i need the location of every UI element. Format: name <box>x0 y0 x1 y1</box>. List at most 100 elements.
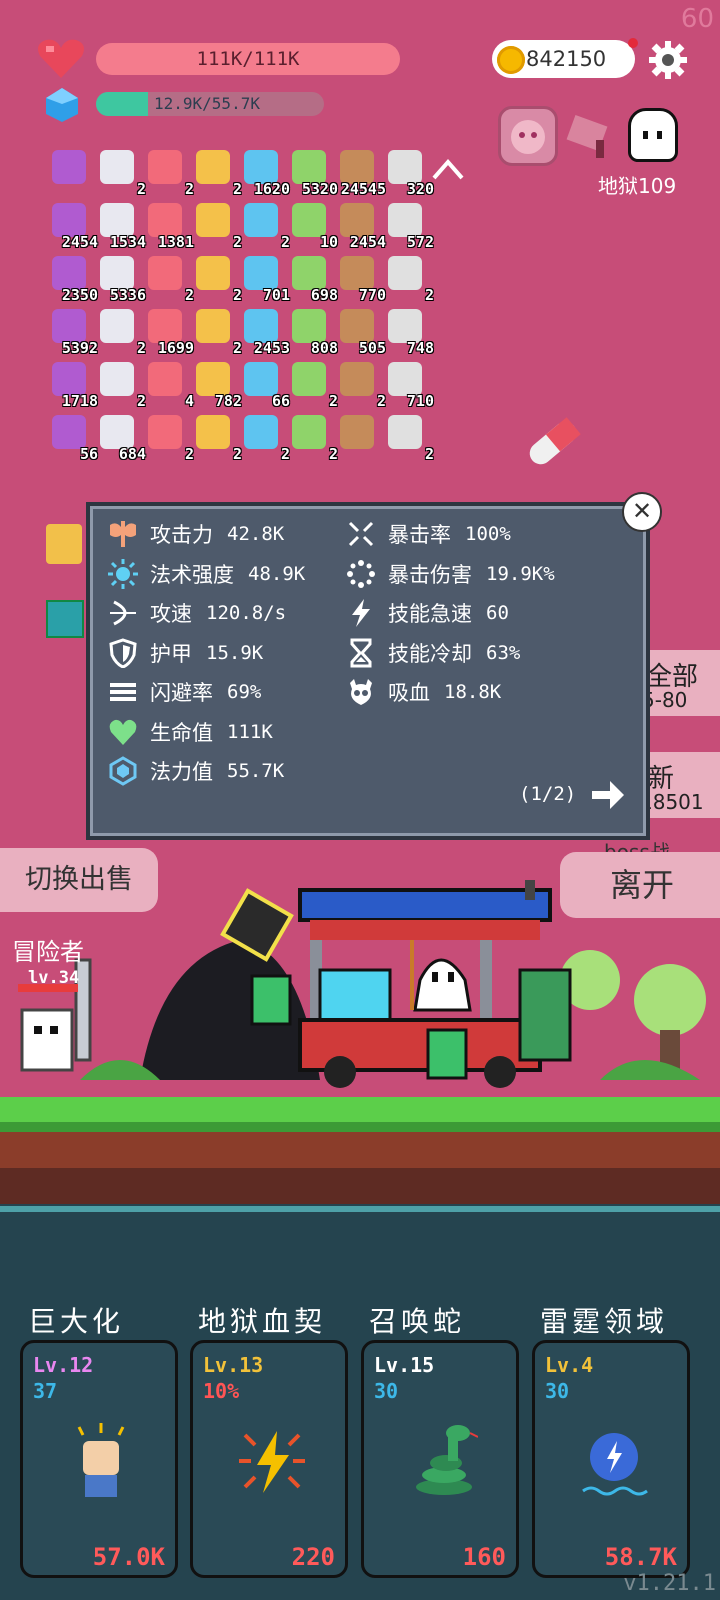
inventory-item[interactable]: 1534 <box>92 199 146 251</box>
inventory-item[interactable]: 24545 <box>332 146 386 198</box>
capsule-pickup-icon[interactable] <box>520 410 586 476</box>
inventory-item[interactable]: 2 <box>92 146 146 198</box>
capsule-icon <box>100 203 134 237</box>
close-icon[interactable]: ✕ <box>622 492 662 532</box>
boss-portrait-1[interactable] <box>498 106 558 166</box>
inventory-item[interactable]: 701 <box>236 252 290 304</box>
inventory-item[interactable]: 2 <box>284 411 338 463</box>
inventory-item[interactable]: 770 <box>332 252 386 304</box>
snake-icon <box>408 1421 479 1503</box>
skill-stat: 37 <box>33 1379 58 1403</box>
skill-card[interactable]: Lv.15 30 160 <box>361 1340 519 1578</box>
strawberry-icon <box>244 256 278 290</box>
map-item-icon[interactable] <box>46 524 82 564</box>
hourglass-icon <box>346 638 376 668</box>
briefcase-icon <box>244 203 278 237</box>
stat-value: 48.9K <box>248 562 306 585</box>
inventory-item[interactable]: 320 <box>380 146 434 198</box>
inventory-item[interactable]: 2350 <box>44 252 98 304</box>
stat-row: 生命值 111K <box>108 714 273 750</box>
inventory-item[interactable]: 2 <box>92 358 146 410</box>
item-count: 710 <box>406 392 434 410</box>
inventory-item[interactable]: 5336 <box>92 252 146 304</box>
inventory-item[interactable]: 1381 <box>140 199 194 251</box>
inventory-item[interactable]: 2 <box>140 146 194 198</box>
inventory-item[interactable]: 572 <box>380 199 434 251</box>
inventory-item[interactable]: 2 <box>188 146 242 198</box>
inventory-item[interactable]: 2 <box>236 411 290 463</box>
fist-icon <box>67 1421 137 1503</box>
shield-icon <box>292 362 326 396</box>
thunder-orb-icon <box>579 1421 649 1503</box>
inventory-item[interactable]: 2 <box>188 252 242 304</box>
pineapple-icon <box>52 362 86 396</box>
lightbulb-item-icon[interactable] <box>46 600 84 638</box>
inventory-item[interactable]: 808 <box>284 305 338 357</box>
skill-card[interactable]: Lv.12 37 57.0K <box>20 1340 178 1578</box>
inventory-item[interactable]: 710 <box>380 358 434 410</box>
stat-label: 生命值 <box>150 720 213 745</box>
inventory-item[interactable]: 2 <box>188 199 242 251</box>
inventory-item[interactable]: 5320 <box>284 146 338 198</box>
burst-lightning-icon <box>237 1421 307 1503</box>
inventory-item[interactable]: 2 <box>92 305 146 357</box>
inventory-item[interactable]: 10 <box>284 199 338 251</box>
lightning-icon <box>346 598 376 628</box>
inventory-item[interactable]: 782 <box>188 358 242 410</box>
inventory-item[interactable]: 684 <box>92 411 146 463</box>
inventory-item[interactable] <box>332 411 384 461</box>
inventory-item[interactable]: 2 <box>236 199 290 251</box>
inventory-item[interactable]: 2 <box>380 411 434 463</box>
stat-value: 111K <box>227 720 273 743</box>
steam-icon <box>196 256 230 290</box>
scroll-icon <box>148 150 182 184</box>
inventory-item[interactable]: 2454 <box>44 199 98 251</box>
arrow-right-icon[interactable] <box>590 778 626 812</box>
inventory-item[interactable]: 505 <box>332 305 386 357</box>
adventurer-name: 冒险者 <box>12 938 84 966</box>
inventory-item[interactable]: 2 <box>188 305 242 357</box>
inventory-item[interactable]: 2 <box>380 252 434 304</box>
mana-icon <box>108 756 138 786</box>
ghost-portrait[interactable] <box>628 108 678 162</box>
stat-label: 技能急速 <box>388 602 472 626</box>
wand-icon <box>292 256 326 290</box>
inventory-item[interactable]: 1699 <box>140 305 194 357</box>
inventory-item[interactable]: 5392 <box>44 305 98 357</box>
inventory-item[interactable]: 2 <box>188 411 242 463</box>
page-indicator: (1/2) <box>519 783 577 805</box>
flag-icon <box>388 309 422 343</box>
inventory-item[interactable]: 2 <box>332 358 386 410</box>
inventory-item[interactable]: 2454 <box>332 199 386 251</box>
boss-portrait-2[interactable] <box>564 110 618 164</box>
skill-name: 巨大化 <box>28 1305 125 1338</box>
pill-icon <box>52 256 86 290</box>
inventory-item[interactable]: 2453 <box>236 305 290 357</box>
inventory-item[interactable]: 748 <box>380 305 434 357</box>
hp-text: 111K/111K <box>196 48 300 70</box>
skill-card[interactable]: Lv.13 10% 220 <box>190 1340 348 1578</box>
inventory-item[interactable]: 56 <box>44 411 98 463</box>
chevron-up-icon[interactable] <box>430 156 466 182</box>
bow-target-icon <box>108 598 138 628</box>
skill-cost: 160 <box>462 1543 506 1571</box>
inventory-item[interactable]: 2 <box>284 358 338 410</box>
jar-icon <box>100 415 134 449</box>
inventory-item[interactable]: 2 <box>140 252 194 304</box>
skill-card[interactable]: Lv.4 30 58.7K <box>532 1340 690 1578</box>
inventory-item[interactable]: 2 <box>140 411 194 463</box>
stat-row: 技能冷却 63% <box>346 635 520 671</box>
inventory-item[interactable]: 1620 <box>236 146 290 198</box>
inventory-item[interactable]: 66 <box>236 358 290 410</box>
gear-icon[interactable] <box>648 40 688 80</box>
inventory-item[interactable]: 1718 <box>44 358 98 410</box>
shield-icon <box>108 637 138 668</box>
inventory-item[interactable]: 4 <box>140 358 194 410</box>
inventory-item[interactable]: 698 <box>284 252 338 304</box>
inventory-item[interactable] <box>44 146 96 196</box>
coin-icon <box>497 46 525 74</box>
sunflower-icon <box>148 309 182 343</box>
magic-staff-icon <box>292 415 326 449</box>
skill-stat: 30 <box>374 1379 399 1403</box>
stat-row: 攻速 120.8/s <box>108 595 286 631</box>
